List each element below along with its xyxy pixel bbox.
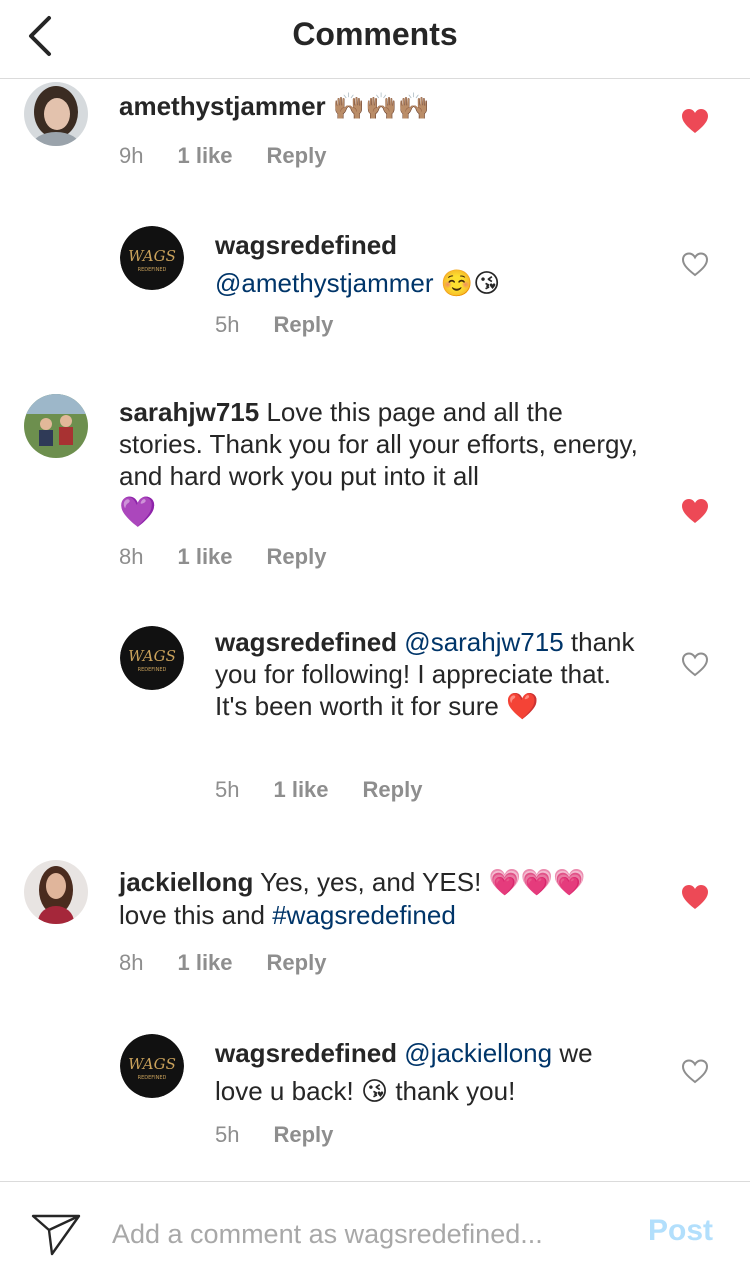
comment-meta: 5h Reply (215, 310, 333, 340)
reply-button[interactable]: Reply (363, 777, 423, 803)
likes-count[interactable]: 1 like (177, 544, 232, 570)
avatar[interactable] (24, 82, 88, 146)
avatar[interactable] (24, 860, 88, 924)
smiling-emoji: ☺️😘 (440, 269, 501, 299)
avatar[interactable] (24, 394, 88, 458)
comment-meta: 8h 1 like Reply (119, 542, 326, 572)
comment-text: wagsredefined @jackiellong we love u bac… (215, 1034, 645, 1111)
red-heart-emoji: ❤️ (506, 692, 539, 722)
comment-username[interactable]: wagsredefined (215, 230, 397, 260)
hashtag-link[interactable]: #wagsredefined (272, 900, 456, 930)
heart-outline-icon[interactable] (680, 650, 710, 678)
comment-item: jackiellong Yes, yes, and YES! 💗💗💗 love … (0, 850, 750, 990)
reply-item: WAGS REDEFINED wagsredefined @amethystja… (0, 210, 750, 350)
heart-outline-icon[interactable] (680, 250, 710, 278)
comment-body-continued: love this and (119, 900, 273, 930)
page-title: Comments (292, 16, 458, 52)
comment-username[interactable]: amethystjammer (119, 91, 326, 121)
comment-text: jackiellong Yes, yes, and YES! 💗💗💗 love … (119, 866, 659, 931)
comment-username[interactable]: wagsredefined (215, 1038, 397, 1068)
post-button[interactable]: Post (648, 1214, 713, 1248)
comment-meta: 5h 1 like Reply (215, 775, 422, 805)
comment-input[interactable] (112, 1210, 612, 1258)
mention-link[interactable]: @sarahjw715 (404, 627, 563, 657)
svg-text:REDEFINED: REDEFINED (138, 1075, 167, 1081)
comments-list[interactable]: amethystjammer 🙌🏽🙌🏽🙌🏽 9h 1 like Reply WA… (0, 80, 750, 1180)
comment-meta: 9h 1 like Reply (119, 141, 326, 171)
comment-timestamp: 5h (215, 312, 240, 337)
comment-timestamp: 8h (119, 544, 144, 569)
logo-text: WAGS (128, 247, 176, 265)
svg-text:REDEFINED: REDEFINED (138, 267, 167, 273)
comment-timestamp: 9h (119, 143, 144, 168)
logo-text: WAGS (128, 1055, 176, 1073)
likes-count[interactable]: 1 like (177, 143, 232, 169)
comment-item: sarahjw715 Love this page and all the st… (0, 380, 750, 580)
comment-item: amethystjammer 🙌🏽🙌🏽🙌🏽 9h 1 like Reply (0, 80, 750, 190)
heart-filled-icon[interactable] (680, 107, 710, 135)
heart-filled-icon[interactable] (680, 497, 710, 525)
comment-text: wagsredefined @amethystjammer ☺️😘 (215, 226, 655, 303)
reply-item: WAGS REDEFINED wagsredefined @sarahjw715… (0, 610, 750, 820)
comment-timestamp: 5h (215, 777, 240, 802)
raising-hands-emoji: 🙌🏽🙌🏽🙌🏽 (332, 92, 431, 122)
comment-text: wagsredefined @sarahjw715 thank you for … (215, 626, 645, 723)
heart-filled-icon[interactable] (680, 883, 710, 911)
comment-meta: 8h 1 like Reply (119, 948, 326, 978)
comment-body: Yes, yes, and YES! (253, 867, 482, 897)
comment-timestamp: 5h (215, 1122, 240, 1147)
paper-plane-icon[interactable] (30, 1212, 82, 1258)
mention-link[interactable]: @jackiellong (404, 1038, 552, 1068)
reply-item: WAGS REDEFINED wagsredefined @jackiellon… (0, 1018, 750, 1168)
avatar[interactable]: WAGS REDEFINED (120, 626, 184, 690)
kissing-face-emoji: 😘 (360, 1077, 389, 1107)
heart-outline-icon[interactable] (680, 1057, 710, 1085)
comment-username[interactable]: wagsredefined (215, 627, 397, 657)
comment-timestamp: 8h (119, 950, 144, 975)
comment-username[interactable]: jackiellong (119, 867, 253, 897)
comment-body-continued: thank you! (388, 1076, 516, 1106)
svg-text:REDEFINED: REDEFINED (138, 667, 167, 673)
avatar[interactable]: WAGS REDEFINED (120, 1034, 184, 1098)
reply-button[interactable]: Reply (267, 544, 327, 570)
reply-button[interactable]: Reply (267, 143, 327, 169)
logo-text: WAGS (128, 647, 176, 665)
comment-text: amethystjammer 🙌🏽🙌🏽🙌🏽 (119, 90, 659, 123)
likes-count[interactable]: 1 like (273, 777, 328, 803)
likes-count[interactable]: 1 like (177, 950, 232, 976)
comment-username[interactable]: sarahjw715 (119, 397, 259, 427)
comment-composer: Post (0, 1181, 750, 1284)
reply-button[interactable]: Reply (273, 1122, 333, 1148)
comment-meta: 5h Reply (215, 1120, 333, 1150)
mention-link[interactable]: @amethystjammer (215, 268, 434, 298)
avatar[interactable]: WAGS REDEFINED (120, 226, 184, 290)
purple-heart-emoji: 💜 (119, 495, 157, 530)
comment-text: sarahjw715 Love this page and all the st… (119, 396, 649, 534)
reply-button[interactable]: Reply (267, 950, 327, 976)
header-bar: Comments (0, 0, 750, 79)
reply-button[interactable]: Reply (273, 312, 333, 338)
pink-heart-emoji: 💗💗💗 (488, 868, 586, 898)
